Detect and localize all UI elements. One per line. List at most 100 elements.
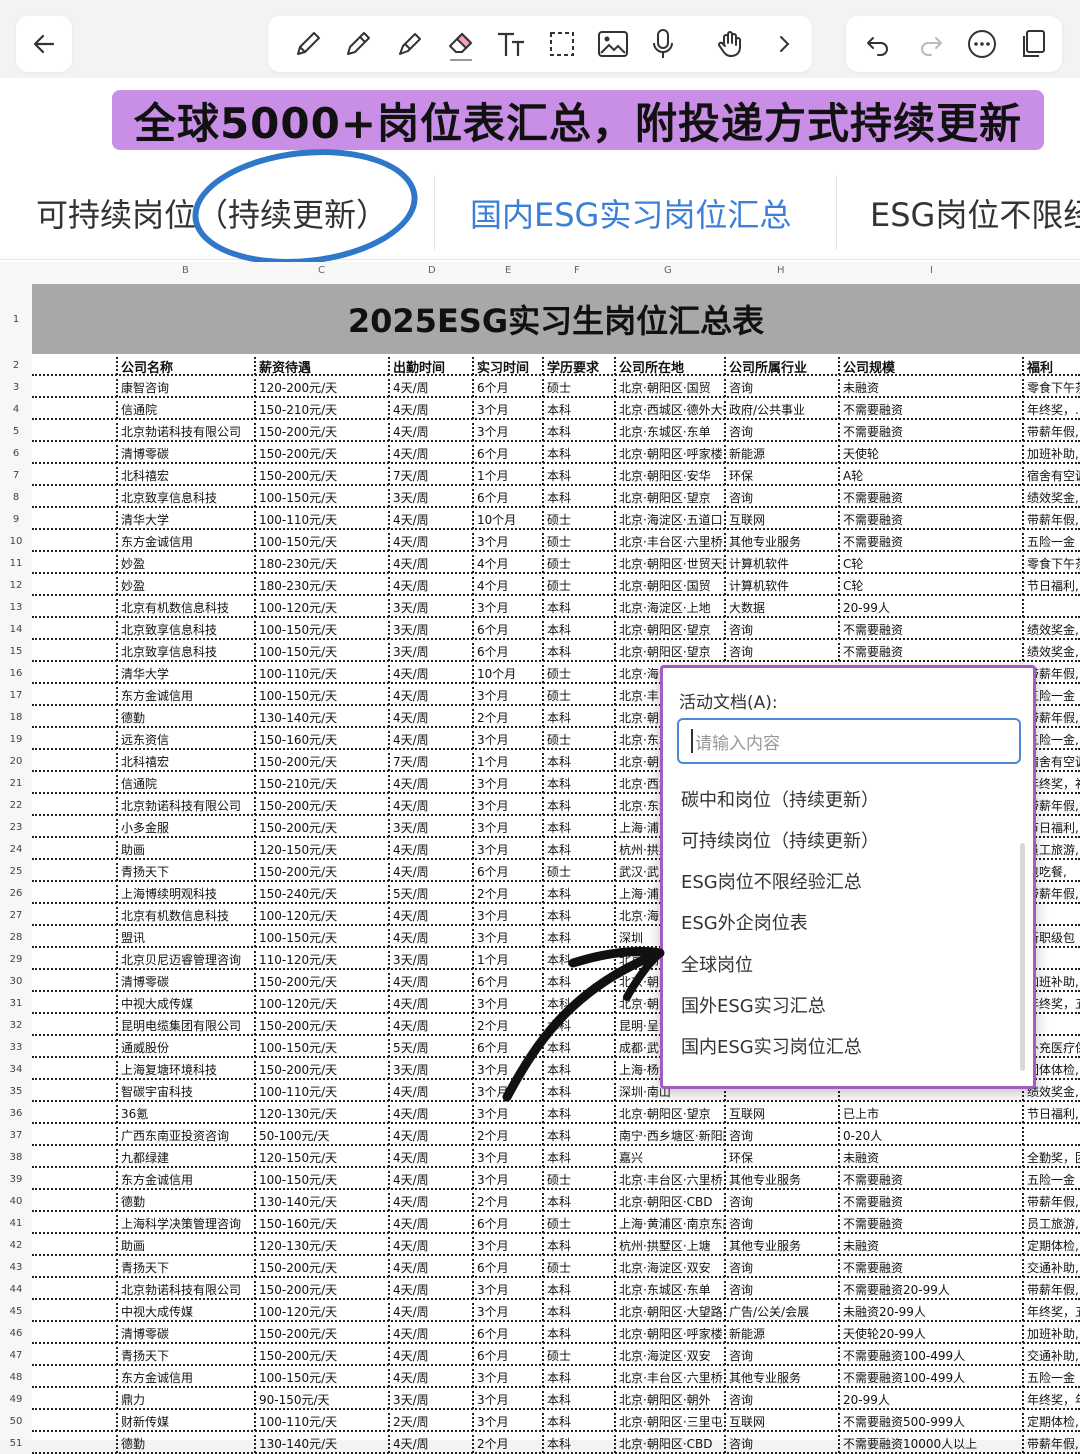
table-cell[interactable]: 130-140元/天 <box>254 709 388 727</box>
table-cell[interactable]: 2个月 <box>472 709 542 727</box>
table-cell[interactable]: 不需要融资 <box>838 489 1022 507</box>
copy-icon[interactable] <box>1013 22 1053 66</box>
table-cell[interactable]: 4个月 <box>472 555 542 573</box>
table-cell[interactable]: 清华大学 <box>116 511 254 529</box>
table-cell[interactable]: 其他专业服务 <box>724 533 838 551</box>
column-a-cell[interactable] <box>32 1127 116 1145</box>
header-cell[interactable]: 学历要求 <box>542 357 614 375</box>
table-cell[interactable]: 加班补助, <box>1022 445 1080 463</box>
row-number[interactable]: 14 <box>0 624 32 635</box>
table-cell[interactable]: 100-120元/天 <box>254 1303 388 1321</box>
table-cell[interactable]: A轮 <box>838 467 1022 485</box>
table-cell[interactable]: 4天/周 <box>388 731 472 749</box>
table-cell[interactable]: 北京勃诺科技有限公司 <box>116 1281 254 1299</box>
table-cell[interactable]: 信通院 <box>116 775 254 793</box>
header-cell[interactable]: 公司规模 <box>838 357 1022 375</box>
table-cell[interactable]: 2个月 <box>472 1193 542 1211</box>
table-cell[interactable]: 100-150元/天 <box>254 1369 388 1387</box>
table-cell[interactable]: 120-130元/天 <box>254 1237 388 1255</box>
table-cell[interactable]: 150-200元/天 <box>254 1259 388 1277</box>
table-cell[interactable]: 德勤 <box>116 709 254 727</box>
table-cell[interactable]: 本科 <box>542 907 614 925</box>
table-cell[interactable]: 上海复塘环境科技 <box>116 1061 254 1079</box>
table-cell[interactable]: 6个月 <box>472 621 542 639</box>
table-cell[interactable]: 4天/周 <box>388 1369 472 1387</box>
table-cell[interactable]: 不需要融资100-499人 <box>838 1347 1022 1365</box>
table-cell[interactable]: 北京·朝阳区·呼家楼 <box>614 1325 724 1343</box>
row-number[interactable]: 4 <box>0 404 32 415</box>
table-cell[interactable]: 清博零碳 <box>116 445 254 463</box>
table-cell[interactable]: 100-120元/天 <box>254 599 388 617</box>
table-cell[interactable]: 不需要融资10000人以上 <box>838 1435 1022 1453</box>
table-cell[interactable]: 4天/周 <box>388 841 472 859</box>
table-cell[interactable]: 6个月 <box>472 445 542 463</box>
header-cell[interactable]: 公司名称 <box>116 357 254 375</box>
microphone-icon[interactable] <box>643 22 683 66</box>
tab-esg-no-experience[interactable]: ESG岗位不限经 <box>870 165 1080 260</box>
row-number[interactable]: 40 <box>0 1196 32 1207</box>
row-number[interactable]: 36 <box>0 1108 32 1119</box>
row-number[interactable]: 37 <box>0 1130 32 1141</box>
table-cell[interactable]: 4天/周 <box>388 401 472 419</box>
table-cell[interactable]: 北京·海淀区·双安 <box>614 1259 724 1277</box>
table-cell[interactable]: 0-20人 <box>838 1127 1022 1145</box>
table-cell[interactable]: 不需要融资 <box>838 423 1022 441</box>
column-a-cell[interactable] <box>32 1039 116 1057</box>
back-button[interactable] <box>16 16 72 72</box>
row-number[interactable]: 38 <box>0 1152 32 1163</box>
row-number[interactable]: 29 <box>0 954 32 965</box>
table-cell[interactable]: 咨询 <box>724 1193 838 1211</box>
table-cell[interactable]: 10个月 <box>472 665 542 683</box>
table-cell[interactable]: 节日福利, <box>1022 577 1080 595</box>
column-letter[interactable]: G <box>664 265 672 276</box>
table-cell[interactable]: 北京·朝阳区·CBD <box>614 1193 724 1211</box>
table-cell[interactable]: 盟讯 <box>116 929 254 947</box>
chevron-right-icon[interactable] <box>764 22 804 66</box>
row-number[interactable]: 19 <box>0 734 32 745</box>
table-cell[interactable]: 广告/公关/会展 <box>724 1303 838 1321</box>
table-cell[interactable]: 五险一金 <box>1022 1369 1080 1387</box>
table-cell[interactable] <box>1022 599 1080 617</box>
column-a-cell[interactable] <box>32 621 116 639</box>
table-cell[interactable]: 150-160元/天 <box>254 731 388 749</box>
table-cell[interactable]: 本科 <box>542 1237 614 1255</box>
table-cell[interactable]: 北京·朝阳区·安华 <box>614 467 724 485</box>
table-cell[interactable]: 北京·朝阳区·三里屯 <box>614 1413 724 1431</box>
table-cell[interactable]: 政府/公共事业 <box>724 401 838 419</box>
table-cell[interactable]: 6个月 <box>472 1325 542 1343</box>
table-cell[interactable]: 3天/周 <box>388 489 472 507</box>
table-cell[interactable]: 互联网 <box>724 1413 838 1431</box>
lasso-select-icon[interactable] <box>542 22 582 66</box>
table-cell[interactable]: 员工旅游, <box>1022 1215 1080 1233</box>
table-cell[interactable]: 3天/周 <box>388 1061 472 1079</box>
table-cell[interactable]: 100-110元/天 <box>254 665 388 683</box>
table-cell[interactable]: 南宁·西乡塘区·新阳路 <box>614 1127 724 1145</box>
table-cell[interactable]: 不需要融资 <box>838 643 1022 661</box>
row-number[interactable]: 46 <box>0 1328 32 1339</box>
row-number[interactable]: 26 <box>0 888 32 899</box>
table-cell[interactable]: 本科 <box>542 1303 614 1321</box>
table-cell[interactable]: 4天/周 <box>388 1105 472 1123</box>
table-cell[interactable]: 100-120元/天 <box>254 907 388 925</box>
table-cell[interactable]: 不需要融资100-499人 <box>838 1369 1022 1387</box>
table-cell[interactable]: 年终奖，五 <box>1022 1303 1080 1321</box>
column-a-cell[interactable] <box>32 731 116 749</box>
redo-icon[interactable] <box>911 22 951 66</box>
row-number[interactable]: 41 <box>0 1218 32 1229</box>
popup-item[interactable]: 国外ESG实习汇总 <box>681 992 826 1018</box>
table-cell[interactable]: 150-200元/天 <box>254 1017 388 1035</box>
column-a-cell[interactable] <box>32 1061 116 1079</box>
table-cell[interactable]: 北京有机数信息科技 <box>116 907 254 925</box>
table-cell[interactable]: 加班补助, <box>1022 1325 1080 1343</box>
column-a-cell[interactable] <box>32 357 116 375</box>
popup-search-input[interactable]: 请输入内容 <box>677 718 1021 764</box>
table-cell[interactable]: 3天/周 <box>388 951 472 969</box>
table-cell[interactable]: 鼎力 <box>116 1391 254 1409</box>
column-a-cell[interactable] <box>32 555 116 573</box>
table-cell[interactable]: 150-200元/天 <box>254 423 388 441</box>
table-cell[interactable]: 北京·朝阳区·世贸天阶 <box>614 555 724 573</box>
table-cell[interactable]: 6个月 <box>472 643 542 661</box>
table-cell[interactable]: 年终奖，年 <box>1022 1391 1080 1409</box>
table-cell[interactable]: 互联网 <box>724 511 838 529</box>
table-cell[interactable]: 4天/周 <box>388 1017 472 1035</box>
